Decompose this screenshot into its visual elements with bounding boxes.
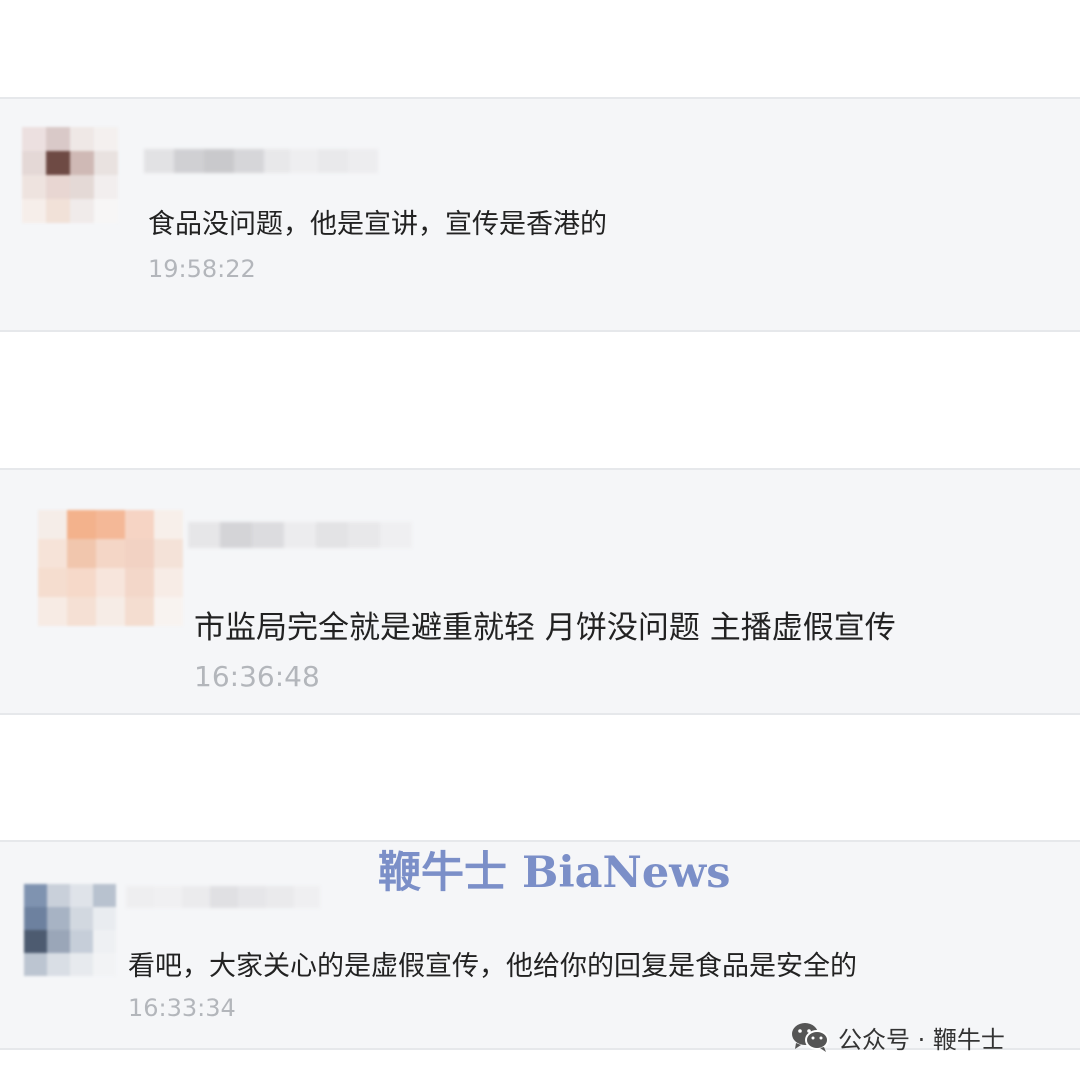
- blurred-username: [144, 149, 378, 173]
- comment-timestamp: 19:58:22: [148, 255, 256, 283]
- bianews-watermark: 鞭牛士 BiaNews: [378, 848, 731, 898]
- comment-card: 市监局完全就是避重就轻 月饼没问题 主播虚假宣传 16:36:48: [0, 468, 1080, 715]
- comment-text: 市监局完全就是避重就轻 月饼没问题 主播虚假宣传: [194, 610, 896, 646]
- screenshot-page: 食品没问题，他是宣讲，宣传是香港的 19:58:22 市监局完全就是避重就轻 月…: [0, 0, 1080, 1080]
- comment-timestamp: 16:36:48: [194, 660, 320, 693]
- blurred-username: [188, 522, 412, 548]
- blurred-username: [126, 886, 320, 908]
- comment-text: 看吧，大家关心的是虚假宣传，他给你的回复是食品是安全的: [128, 951, 857, 982]
- account-credit: 公众号 · 鞭牛士: [790, 1017, 1005, 1057]
- blurred-avatar: [38, 510, 183, 626]
- comment-timestamp: 16:33:34: [128, 994, 236, 1022]
- wechat-icon: [792, 1023, 829, 1052]
- account-credit-text: 公众号 · 鞭牛士: [838, 1025, 1005, 1054]
- blurred-avatar: [24, 884, 116, 976]
- blurred-avatar: [22, 127, 118, 223]
- comment-card: 食品没问题，他是宣讲，宣传是香港的 19:58:22: [0, 97, 1080, 332]
- comment-text: 食品没问题，他是宣讲，宣传是香港的: [148, 209, 607, 240]
